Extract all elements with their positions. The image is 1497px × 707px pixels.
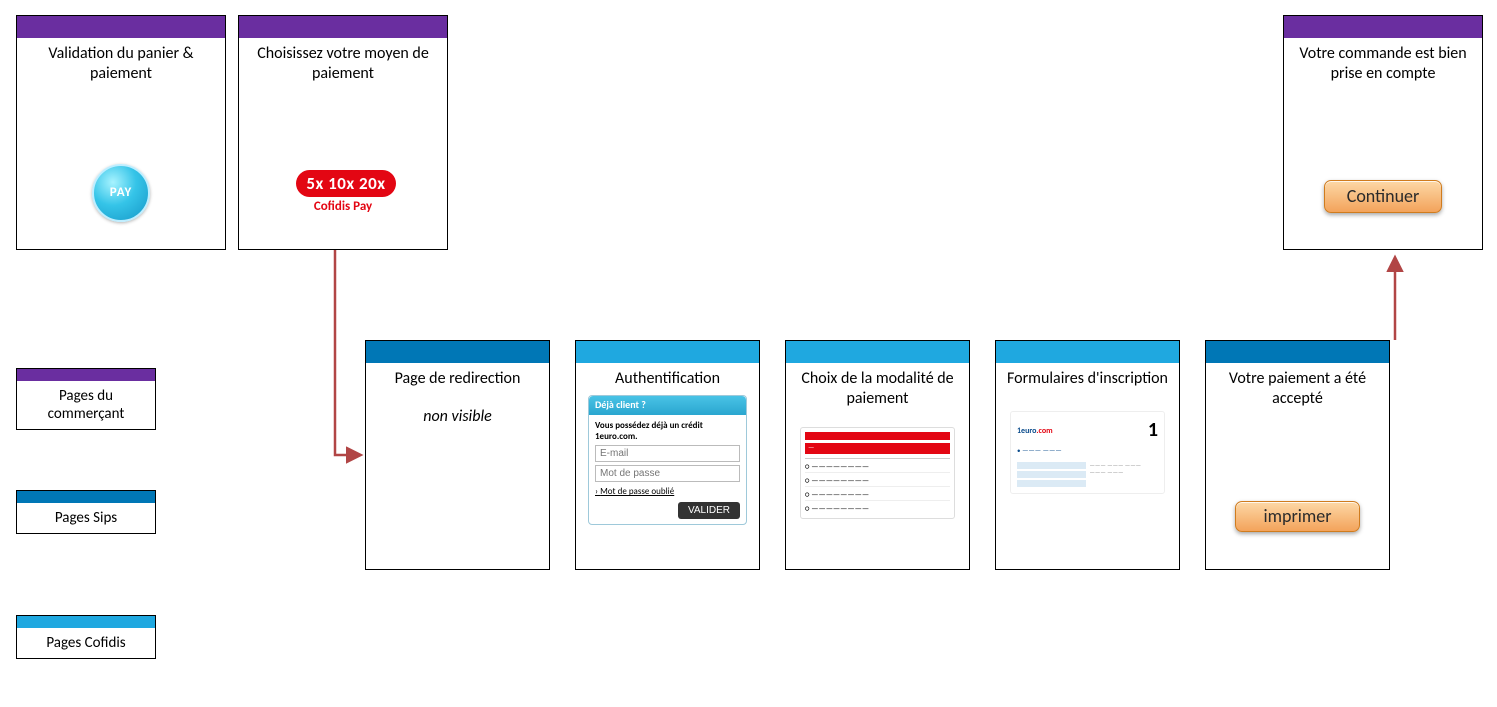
card-title: Votre commande est bien prise en compte	[1292, 44, 1474, 84]
card-formulaires-inscription: Formulaires d'inscription 1euro.com 1 • …	[995, 340, 1180, 570]
card-choix-modalite: Choix de la modalité de paiement — ○ ———…	[785, 340, 970, 570]
password-field[interactable]	[595, 465, 740, 482]
legend-label: Pages Sips	[17, 503, 155, 533]
card-validation-panier: Validation du panier & paiement PAY	[16, 15, 226, 250]
auth-mini-form: Déjà client ? Vous possédez déjà un créd…	[588, 395, 747, 525]
email-field[interactable]	[595, 445, 740, 462]
card-paiement-accepte: Votre paiement a été accepté imprimer	[1205, 340, 1390, 570]
card-header-bar	[576, 341, 759, 363]
continuer-button[interactable]: Continuer	[1324, 180, 1443, 213]
legend-label: Pages du commerçant	[17, 381, 155, 429]
card-header-bar	[239, 16, 447, 38]
card-header-bar	[1206, 341, 1389, 363]
auth-mini-head: Déjà client ?	[589, 396, 746, 415]
legend-sips: Pages Sips	[16, 490, 156, 534]
card-title: Formulaires d'inscription	[1004, 369, 1171, 389]
legend-bar	[17, 369, 155, 381]
valider-button[interactable]: VALIDER	[678, 502, 740, 519]
imprimer-button[interactable]: imprimer	[1235, 501, 1361, 532]
card-title: Choisissez votre moyen de paiement	[247, 44, 439, 84]
forgot-password-link[interactable]: › Mot de passe oublié	[595, 486, 674, 497]
legend-merchant: Pages du commerçant	[16, 368, 156, 430]
choice-mini-preview: — ○ ———————— ○ ———————— ○ ———————— ○ ———…	[800, 427, 955, 519]
forms-mini-preview: 1euro.com 1 • ——— ——— ——— ——— ——— ——— ——…	[1010, 411, 1165, 494]
legend-bar	[17, 616, 155, 628]
card-title: Votre paiement a été accepté	[1214, 369, 1381, 409]
card-title: Authentification	[584, 369, 751, 389]
card-title: Validation du panier & paiement	[25, 44, 217, 84]
legend-bar	[17, 491, 155, 503]
payment-flow-diagram: Validation du panier & paiement PAY Choi…	[0, 0, 1497, 707]
card-choisissez-moyen: Choisissez votre moyen de paiement 5x 10…	[238, 15, 448, 250]
card-page-redirection: Page de redirection non visible	[365, 340, 550, 570]
card-header-bar	[366, 341, 549, 363]
card-commande-confirmee: Votre commande est bien prise en compte …	[1283, 15, 1483, 250]
card-title: Choix de la modalité de paiement	[794, 369, 961, 409]
cofidis-pay-logo: 5x 10x 20x Cofidis Pay	[247, 170, 439, 216]
pay-icon: PAY	[92, 164, 150, 222]
card-header-bar	[1284, 16, 1482, 38]
card-subtitle: non visible	[374, 407, 541, 427]
card-header-bar	[996, 341, 1179, 363]
card-authentification: Authentification Déjà client ? Vous poss…	[575, 340, 760, 570]
card-header-bar	[786, 341, 969, 363]
auth-mini-text: Vous possédez déjà un crédit 1euro.com.	[595, 420, 740, 443]
card-header-bar	[17, 16, 225, 38]
legend-cofidis: Pages Cofidis	[16, 615, 156, 659]
card-title: Page de redirection	[374, 369, 541, 389]
legend-label: Pages Cofidis	[17, 628, 155, 658]
